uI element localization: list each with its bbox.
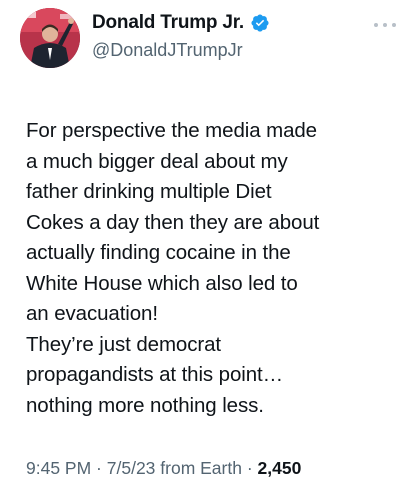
- view-count[interactable]: 2,450: [258, 458, 302, 478]
- tweet-line: father drinking multiple Diet: [26, 180, 272, 203]
- tweet-meta: 9:45 PM · 7/5/23 from Earth · 2,450: [26, 458, 301, 479]
- author-handle[interactable]: @DonaldJTrumpJr: [92, 40, 243, 61]
- verified-badge-icon: [250, 13, 270, 33]
- tweet-line: Cokes a day then they are about: [26, 210, 320, 234]
- tweet-source: from Earth: [155, 458, 242, 478]
- meta-separator: ·: [91, 458, 107, 478]
- more-dot: [374, 23, 378, 27]
- avatar-photo: [20, 8, 80, 68]
- tweet-card: Donald Trump Jr. @DonaldJTrumpJr For per…: [0, 0, 408, 500]
- tweet-line: For perspective the media made: [26, 119, 317, 142]
- author-name-row: Donald Trump Jr.: [92, 12, 270, 34]
- tweet-line: They’re just democrat: [26, 332, 222, 356]
- more-options-icon[interactable]: [374, 20, 396, 30]
- tweet-line: an evacuation!: [26, 302, 158, 325]
- author-display-name[interactable]: Donald Trump Jr.: [92, 12, 244, 34]
- tweet-line: propagandists at this point…: [26, 363, 284, 386]
- tweet-line: White House which also led to: [26, 271, 298, 295]
- more-dot: [392, 23, 396, 27]
- tweet-line: a much bigger deal about my: [26, 149, 288, 173]
- avatar[interactable]: [20, 8, 80, 68]
- more-dot: [383, 23, 387, 27]
- tweet-time[interactable]: 9:45 PM: [26, 458, 91, 478]
- tweet-date[interactable]: 7/5/23: [107, 458, 156, 478]
- tweet-line: nothing more nothing less.: [26, 393, 264, 417]
- meta-separator: ·: [241, 458, 258, 478]
- tweet-line: actually finding cocaine in the: [26, 241, 291, 264]
- tweet-text: For perspective the media made a much bi…: [26, 116, 398, 421]
